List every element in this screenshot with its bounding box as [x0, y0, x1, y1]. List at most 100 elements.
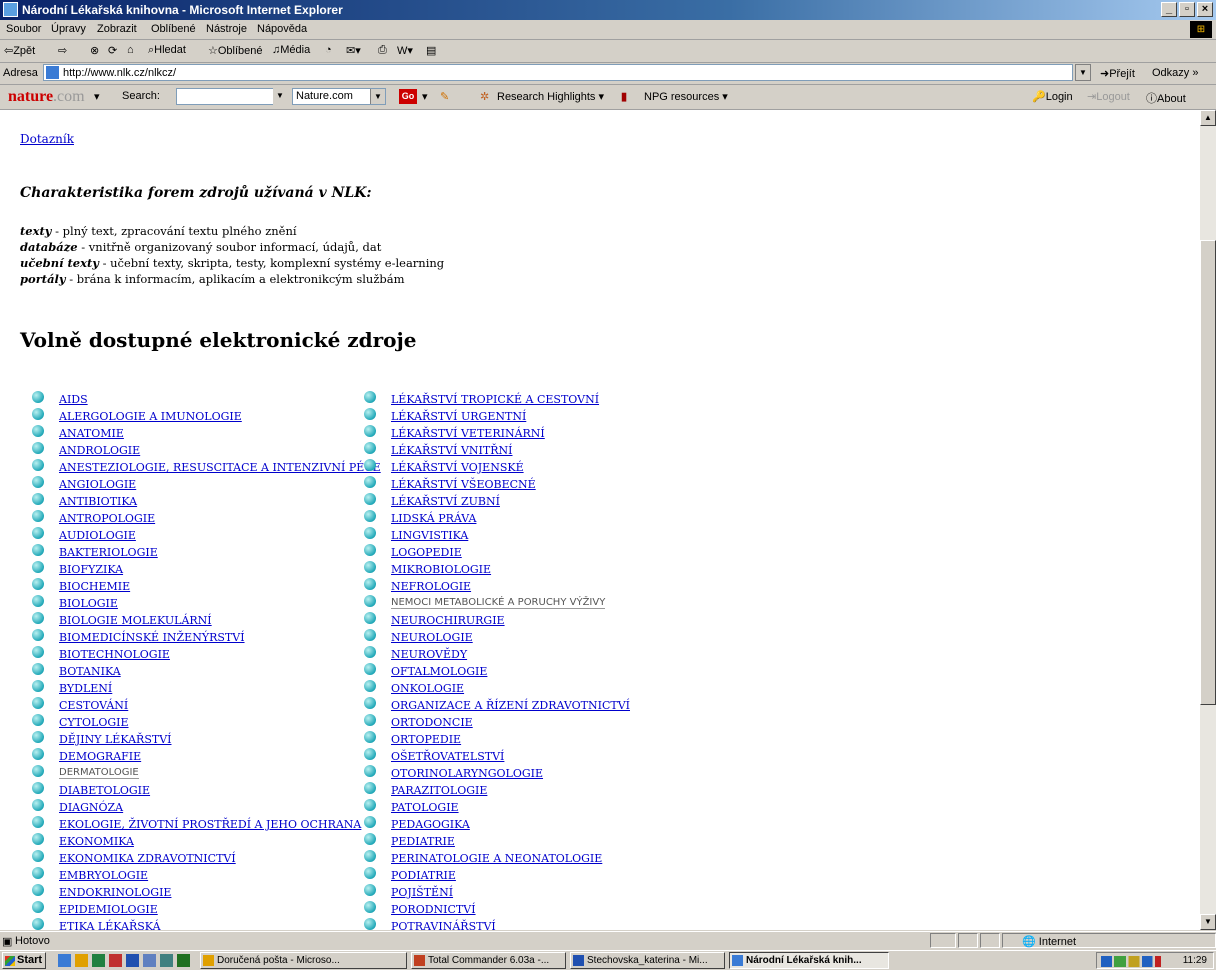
quicklaunch-ie-icon[interactable] [58, 954, 71, 967]
topic-link[interactable]: LÉKAŘSTVÍ VETERINÁRNÍ [391, 427, 545, 440]
refresh-icon[interactable]: ⟳ [108, 44, 117, 57]
topic-link[interactable]: PEDIATRIE [391, 835, 455, 848]
quicklaunch-app-icon[interactable] [143, 954, 156, 967]
print-icon[interactable]: ⎙ [378, 44, 387, 57]
topic-link[interactable]: PARAZITOLOGIE [391, 784, 487, 797]
forward-button[interactable]: ⇨ [58, 44, 67, 57]
vertical-scrollbar[interactable]: ▲ ▼ [1200, 110, 1216, 930]
menu-napoveda[interactable]: Nápověda [257, 23, 307, 35]
topic-link[interactable]: OTORINOLARYNGOLOGIE [391, 767, 543, 780]
topic-link[interactable]: LOGOPEDIE [391, 546, 462, 559]
login-button[interactable]: 🔑Login [1032, 90, 1073, 103]
topic-link[interactable]: LÉKAŘSTVÍ TROPICKÉ A CESTOVNÍ [391, 393, 599, 406]
topic-link[interactable]: ENDOKRINOLOGIE [59, 886, 171, 899]
topic-link[interactable]: EPIDEMIOLOGIE [59, 903, 158, 916]
favorites-button[interactable]: ☆Oblíbené [208, 44, 263, 57]
topic-link[interactable]: LIDSKÁ PRÁVA [391, 512, 476, 525]
quicklaunch-outlook-icon[interactable] [75, 954, 88, 967]
topic-link[interactable]: ETIKA LÉKAŘSKÁ [59, 920, 161, 930]
menu-soubor[interactable]: Soubor [6, 23, 41, 35]
topic-link[interactable]: NEUROLOGIE [391, 631, 473, 644]
menu-zobrazit[interactable]: Zobrazit [97, 23, 137, 35]
topic-link[interactable]: BAKTERIOLOGIE [59, 546, 158, 559]
topic-link[interactable]: PORODNICTVÍ [391, 903, 476, 916]
topic-link[interactable]: PEDAGOGIKA [391, 818, 470, 831]
topic-link[interactable]: ALERGOLOGIE A IMUNOLOGIE [59, 410, 242, 423]
research-highlights-menu[interactable]: Research Highlights ▾ [497, 90, 604, 103]
topic-link[interactable]: EKONOMIKA ZDRAVOTNICTVÍ [59, 852, 236, 865]
menu-upravy[interactable]: Úpravy [51, 23, 86, 35]
topic-link[interactable]: BOTANIKA [59, 665, 121, 678]
edit-icon[interactable]: W▾ [397, 44, 413, 57]
task-outlook[interactable]: Doručená pošta - Microso... [200, 952, 407, 969]
topic-link[interactable]: DIABETOLOGIE [59, 784, 150, 797]
topic-link[interactable]: AIDS [59, 393, 88, 406]
mail-icon[interactable]: ✉▾ [346, 44, 361, 57]
topic-link[interactable]: LÉKAŘSTVÍ VŠEOBECNÉ [391, 478, 536, 491]
task-total-commander[interactable]: Total Commander 6.03a -... [411, 952, 566, 969]
address-dropdown[interactable]: ▼ [1075, 64, 1091, 81]
scroll-up-button[interactable]: ▲ [1200, 110, 1216, 126]
topic-link[interactable]: ORTODONCIE [391, 716, 473, 729]
logout-button[interactable]: ⇥Logout [1087, 90, 1130, 103]
topic-link[interactable]: PATOLOGIE [391, 801, 459, 814]
topic-link[interactable]: ANGIOLOGIE [59, 478, 136, 491]
topic-link[interactable]: CESTOVÁNÍ [59, 699, 128, 712]
topic-link[interactable]: ORGANIZACE A ŘÍZENÍ ZDRAVOTNICTVÍ [391, 699, 630, 712]
topic-link[interactable]: BIOLOGIE [59, 597, 118, 610]
topic-link[interactable]: DERMATOLOGIE [59, 767, 139, 779]
search-history-dropdown[interactable]: ▼ [273, 88, 287, 105]
nature-menu-dropdown[interactable]: ▾ [94, 90, 100, 103]
topic-link[interactable]: NEMOCI METABOLICKÉ A PORUCHY VÝŽIVY [391, 597, 606, 609]
maximize-button[interactable]: ▫ [1179, 2, 1195, 17]
topic-link[interactable]: POJIŠTĚNÍ [391, 886, 453, 899]
topic-link[interactable]: ANTIBIOTIKA [59, 495, 137, 508]
topic-link[interactable]: NEUROCHIRURGIE [391, 614, 505, 627]
topic-link[interactable]: DEMOGRAFIE [59, 750, 141, 763]
topic-link[interactable]: ANTROPOLOGIE [59, 512, 155, 525]
back-button[interactable]: ⇦Zpět [4, 44, 35, 57]
topic-link[interactable]: NEFROLOGIE [391, 580, 471, 593]
topic-link[interactable]: OFTALMOLOGIE [391, 665, 487, 678]
home-icon[interactable]: ⌂ [127, 44, 134, 56]
topic-link[interactable]: ONKOLOGIE [391, 682, 464, 695]
quicklaunch-desktop-icon[interactable] [92, 954, 105, 967]
topic-link[interactable]: ANDROLOGIE [59, 444, 140, 457]
quicklaunch-excel-icon[interactable] [177, 954, 190, 967]
topic-link[interactable]: BIOFYZIKA [59, 563, 123, 576]
topic-link[interactable]: PERINATOLOGIE A NEONATOLOGIE [391, 852, 602, 865]
discuss-icon[interactable]: ▤ [426, 44, 436, 57]
topic-link[interactable]: CYTOLOGIE [59, 716, 129, 729]
topic-link[interactable]: BIOCHEMIE [59, 580, 130, 593]
topic-link[interactable]: LÉKAŘSTVÍ ZUBNÍ [391, 495, 500, 508]
dotaznik-link[interactable]: Dotazník [20, 132, 74, 146]
topic-link[interactable]: BYDLENÍ [59, 682, 112, 695]
address-input[interactable]: http://www.nlk.cz/nlkcz/ [43, 64, 1073, 81]
nature-logo[interactable]: nature.com [8, 88, 85, 106]
quicklaunch-app-icon[interactable] [160, 954, 173, 967]
topic-link[interactable]: ORTOPEDIE [391, 733, 461, 746]
topic-link[interactable]: AUDIOLOGIE [59, 529, 136, 542]
close-button[interactable]: × [1197, 2, 1213, 17]
nature-search-input[interactable]: ▼ [176, 88, 287, 105]
topic-link[interactable]: LÉKAŘSTVÍ VOJENSKÉ [391, 461, 524, 474]
topic-link[interactable]: EKOLOGIE, ŽIVOTNÍ PROSTŘEDÍ A JEHO OCHRA… [59, 818, 361, 831]
topic-link[interactable]: LÉKAŘSTVÍ VNITŘNÍ [391, 444, 513, 457]
minimize-button[interactable]: _ [1161, 2, 1177, 17]
quicklaunch-word-icon[interactable] [126, 954, 139, 967]
links-button[interactable]: Odkazy » [1152, 67, 1198, 79]
go-options-dropdown[interactable]: ▾ [422, 90, 428, 103]
topic-link[interactable]: PODIATRIE [391, 869, 456, 882]
topic-link[interactable]: EMBRYOLOGIE [59, 869, 148, 882]
task-word[interactable]: Stechovska_katerina - Mi... [570, 952, 725, 969]
start-button[interactable]: Start [2, 952, 46, 969]
go-button[interactable]: ➜Přejít [1100, 67, 1135, 80]
topic-link[interactable]: DĚJINY LÉKAŘSTVÍ [59, 733, 171, 746]
topic-link[interactable]: NEUROVĚDY [391, 648, 467, 661]
topic-link[interactable]: DIAGNÓZA [59, 801, 123, 814]
nature-go-button[interactable]: Go [399, 89, 417, 104]
topic-link[interactable]: BIOTECHNOLOGIE [59, 648, 170, 661]
topic-link[interactable]: LÉKAŘSTVÍ URGENTNÍ [391, 410, 526, 423]
about-button[interactable]: ⓘAbout [1146, 90, 1186, 106]
stop-icon[interactable]: ⊗ [90, 44, 99, 57]
